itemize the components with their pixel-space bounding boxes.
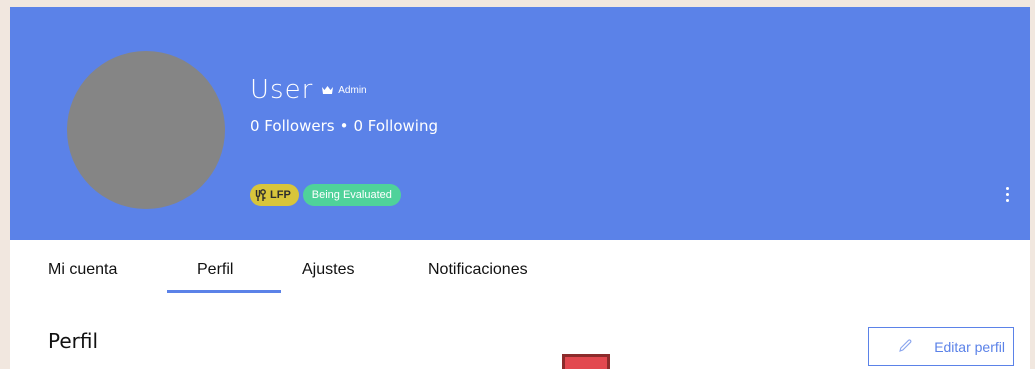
followers-count[interactable]: 0 Followers (250, 117, 335, 135)
follow-stats: 0 Followers • 0 Following (250, 117, 438, 135)
stats-separator: • (339, 117, 349, 135)
lfp-icon (255, 188, 266, 201)
status-badge: Being Evaluated (302, 184, 401, 206)
section-title: Perfil (48, 329, 99, 353)
role-label: Admin (338, 84, 367, 96)
floating-red-widget[interactable] (562, 354, 610, 369)
user-name: User (250, 75, 314, 105)
lfp-badge: LFP (250, 184, 299, 206)
profile-tabs: Mi cuenta Perfil Ajustes Notificaciones (10, 240, 1030, 295)
badge-row: LFP Being Evaluated (250, 184, 401, 206)
tab-ajustes[interactable]: Ajustes (302, 261, 354, 279)
tab-mi-cuenta[interactable]: Mi cuenta (48, 261, 117, 279)
lfp-label: LFP (270, 189, 291, 201)
edit-profile-button[interactable]: Editar perfil (868, 327, 1014, 366)
crown-icon (322, 86, 334, 94)
profile-banner: User Admin 0 Followers • 0 Following LFP B… (10, 7, 1030, 240)
edit-profile-label: Editar perfil (934, 338, 1005, 355)
following-count[interactable]: 0 Following (353, 117, 438, 135)
profile-page: User Admin 0 Followers • 0 Following LFP B… (10, 7, 1030, 369)
more-vertical-icon[interactable] (1004, 187, 1010, 205)
tab-perfil[interactable]: Perfil (197, 261, 233, 279)
role-badge: Admin (322, 84, 367, 96)
active-tab-indicator (167, 290, 281, 293)
avatar[interactable] (67, 51, 225, 209)
pencil-icon (899, 339, 912, 352)
user-line: User Admin (250, 75, 367, 105)
tab-notificaciones[interactable]: Notificaciones (428, 261, 528, 279)
